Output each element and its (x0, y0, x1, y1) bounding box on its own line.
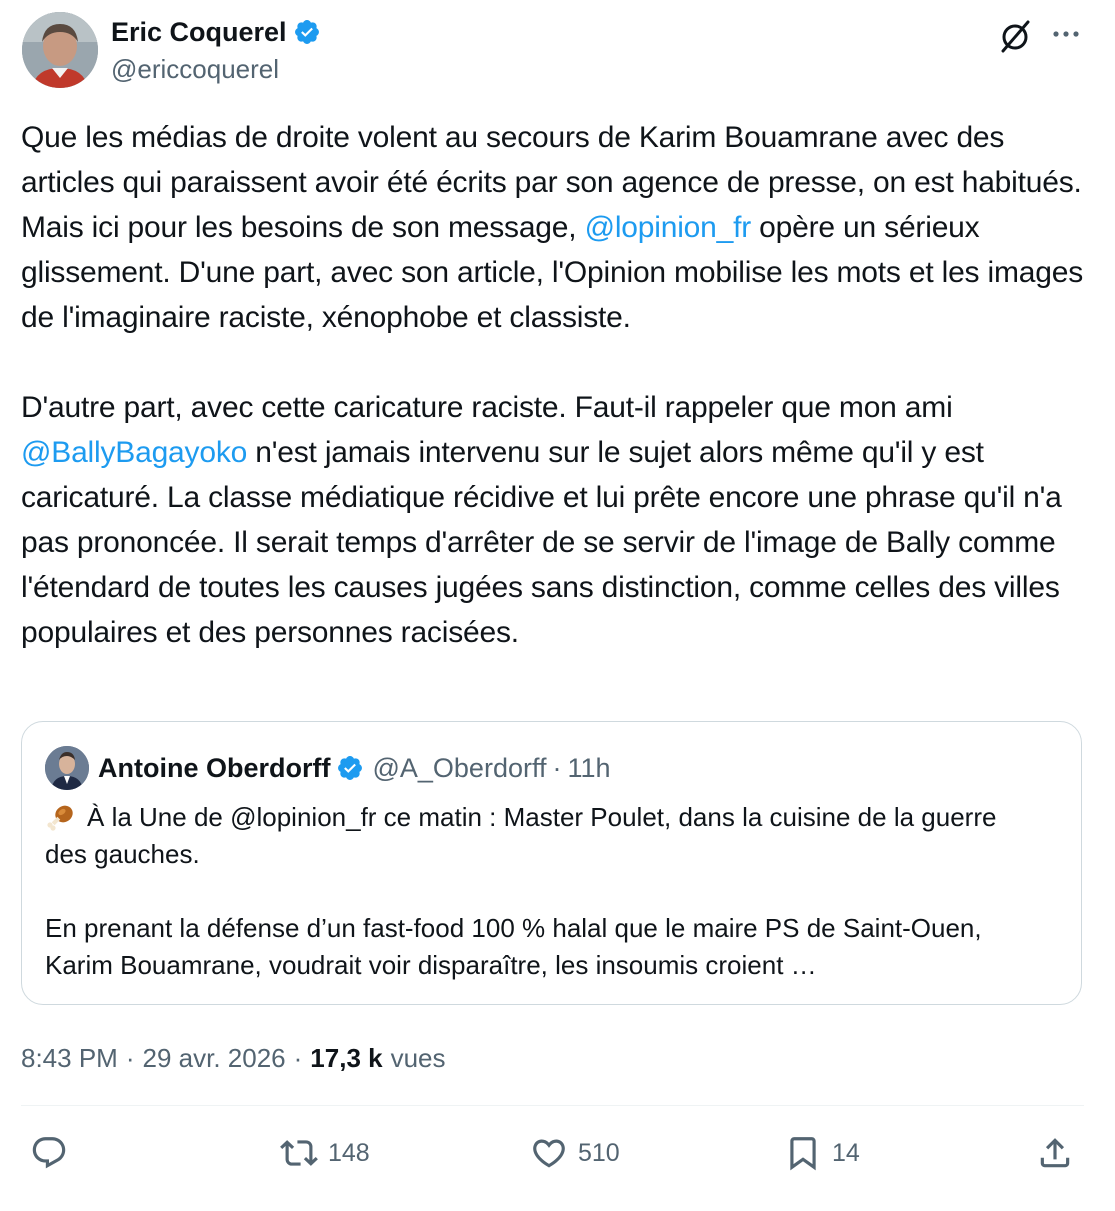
quoted-author-handle[interactable]: @A_Oberdorff (372, 753, 546, 784)
action-bar: 148 510 14 (0, 1130, 1115, 1176)
verified-badge-icon (338, 756, 363, 780)
share-button[interactable] (1036, 1130, 1074, 1176)
reply-icon (32, 1137, 66, 1169)
meta-separator: · (293, 1042, 303, 1073)
quoted-paragraph-1: À la Une de @lopinion_fr ce matin : Mast… (45, 799, 1045, 873)
views-count: 17,3 k (310, 1042, 383, 1073)
quoted-paragraph-2: En prenant la défense d’un fast-food 100… (45, 913, 982, 980)
quoted-author-name[interactable]: Antoine Oberdorff (98, 753, 330, 784)
bookmark-button[interactable]: 14 (784, 1130, 860, 1176)
tweet-meta: 8:43 PM · 29 avr. 2026 · 17,3 k vues (21, 1038, 446, 1078)
mention-link[interactable]: @BallyBagayoko (21, 436, 247, 469)
poultry-leg-icon (47, 805, 73, 831)
tweet-text-segment: D'autre part, avec cette caricature raci… (21, 391, 953, 424)
retweet-icon (280, 1140, 318, 1166)
retweet-button[interactable]: 148 (280, 1130, 370, 1176)
share-icon (1040, 1138, 1070, 1168)
quoted-separator: · (552, 752, 562, 783)
quoted-header: Antoine Oberdorff @A_Oberdorff · 11h (98, 749, 611, 787)
author-name-row[interactable]: Eric Coquerel (111, 14, 321, 50)
quoted-author-avatar[interactable] (45, 746, 89, 790)
author-handle[interactable]: @ericcoquerel (111, 52, 279, 86)
quoted-text-line: À la Une de @lopinion_fr ce matin : Mast… (45, 802, 997, 869)
bookmark-count: 14 (832, 1138, 860, 1167)
tweet-time[interactable]: 8:43 PM (21, 1043, 118, 1074)
author-avatar[interactable] (22, 12, 98, 88)
verified-badge-icon (294, 20, 319, 44)
tweet-text: Que les médias de droite volent au secou… (21, 115, 1096, 655)
like-count: 510 (578, 1138, 620, 1167)
divider (21, 1105, 1084, 1106)
quoted-tweet[interactable]: Antoine Oberdorff @A_Oberdorff · 11h À l… (21, 721, 1082, 1005)
more-options-icon[interactable] (1046, 16, 1086, 52)
quoted-time[interactable]: 11h (567, 753, 610, 784)
quoted-text: À la Une de @lopinion_fr ce matin : Mast… (45, 799, 1045, 984)
tweet-date[interactable]: 29 avr. 2026 (143, 1043, 286, 1074)
mention-link[interactable]: @lopinion_fr (585, 211, 752, 244)
views-label: vues (390, 1042, 446, 1073)
bookmark-icon (790, 1137, 816, 1171)
retweet-count: 148 (328, 1138, 370, 1167)
author-name[interactable]: Eric Coquerel (111, 14, 287, 50)
grok-icon[interactable] (995, 16, 1035, 56)
tweet-paragraph-2: D'autre part, avec cette caricature raci… (21, 385, 1096, 655)
meta-separator: · (125, 1042, 135, 1073)
reply-button[interactable] (30, 1130, 78, 1176)
like-button[interactable]: 510 (530, 1130, 620, 1176)
tweet-paragraph-1: Que les médias de droite volent au secou… (21, 115, 1096, 340)
heart-icon (533, 1139, 565, 1168)
